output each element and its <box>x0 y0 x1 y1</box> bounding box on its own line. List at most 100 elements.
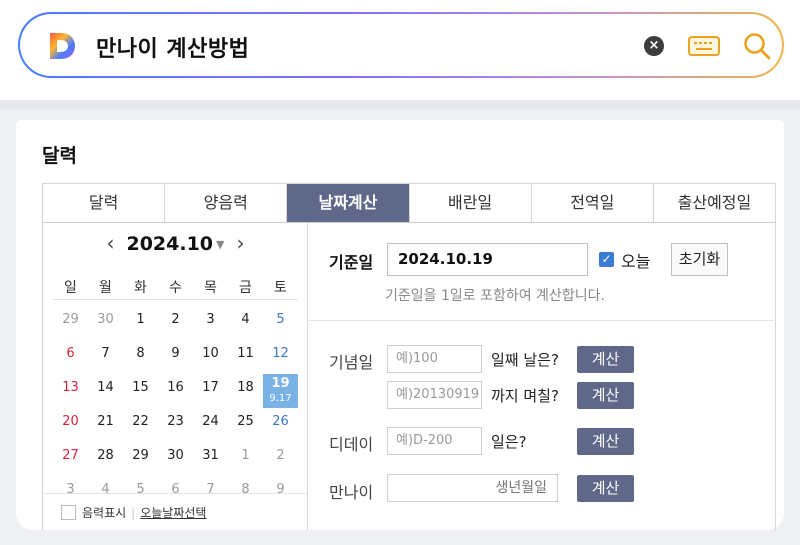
lunar-toggle-label[interactable]: 음력표시 <box>82 504 126 521</box>
calendar-day-cell[interactable]: 6 <box>53 340 88 374</box>
base-date-hint: 기준일을 1일로 포함하여 계산합니다. <box>385 288 605 304</box>
anniversary-label: 기념일 <box>329 353 374 372</box>
calendar-day-cell[interactable]: 17 <box>193 374 228 408</box>
select-today-link[interactable]: 오늘날짜선택 <box>140 504 206 521</box>
weekday-label: 수 <box>169 280 182 296</box>
tab-ovulation[interactable]: 배란일 <box>409 184 532 222</box>
keyboard-icon[interactable] <box>688 36 720 56</box>
calendar-day-cell[interactable]: 30 <box>88 306 123 340</box>
since-calc-button[interactable]: 계산 <box>577 382 634 409</box>
calendar-day-cell[interactable]: 26 <box>263 408 298 442</box>
dday-calc-button[interactable]: 계산 <box>577 428 634 455</box>
month-dropdown-icon[interactable]: ▼ <box>216 238 224 251</box>
tab-calendar[interactable]: 달력 <box>43 184 166 222</box>
calendar-day-cell[interactable]: 18 <box>228 374 263 408</box>
calendar-day-cell[interactable]: 1 <box>123 306 158 340</box>
day-number: 6 <box>66 346 75 361</box>
calendar-day-cell[interactable]: 14 <box>88 374 123 408</box>
calendar-day-cell[interactable]: 29 <box>123 442 158 476</box>
calendar-day-cell[interactable]: 19 9.17 <box>263 374 298 408</box>
day-number: 2 <box>171 312 180 327</box>
day-number: 8 <box>136 346 145 361</box>
day-number: 9 <box>171 346 180 361</box>
day-number: 26 <box>272 414 289 429</box>
calendar-day-cell[interactable]: 2 <box>263 442 298 476</box>
today-label[interactable]: 오늘 <box>621 248 650 272</box>
day-number: 8 <box>241 482 250 497</box>
divider <box>53 299 298 300</box>
birthdate-input[interactable]: 생년월일 <box>387 474 558 502</box>
prev-month-icon[interactable]: ‹ <box>94 231 126 255</box>
tab-discharge[interactable]: 전역일 <box>531 184 654 222</box>
calendar-day-cell[interactable]: 11 <box>228 340 263 374</box>
calendar-day-cell[interactable]: 25 <box>228 408 263 442</box>
calendar-day-cell[interactable]: 28 <box>88 442 123 476</box>
weekday-label: 일 <box>64 280 77 296</box>
lunar-date: 9.17 <box>269 393 292 404</box>
next-month-icon[interactable]: › <box>225 231 257 255</box>
day-number: 9 <box>276 482 285 497</box>
search-icon[interactable] <box>742 31 772 61</box>
day-number: 10 <box>202 346 219 361</box>
calendar-day-cell[interactable]: 23 <box>158 408 193 442</box>
calendar-day-cell[interactable]: 12 <box>263 340 298 374</box>
since-suffix: 까지 며칠? <box>491 387 559 405</box>
calendar-day-cell[interactable]: 16 <box>158 374 193 408</box>
calendar-day-cell[interactable]: 8 <box>123 340 158 374</box>
tab-due-date[interactable]: 출산예정일 <box>653 184 776 222</box>
lunar-toggle-checkbox[interactable] <box>61 505 76 520</box>
day-number: 1 <box>241 448 250 463</box>
calendar-day-cell[interactable]: 31 <box>193 442 228 476</box>
day-number: 16 <box>167 380 184 395</box>
anniversary-suffix: 일째 날은? <box>491 351 559 369</box>
anniversary-days-input[interactable]: 예)100 <box>387 345 482 373</box>
month-label[interactable]: 2024.10 <box>126 233 213 255</box>
calendar-day-cell[interactable]: 22 <box>123 408 158 442</box>
day-number: 19 <box>271 376 290 391</box>
calendar-day-cell[interactable]: 30 <box>158 442 193 476</box>
anniversary-calc-button[interactable]: 계산 <box>577 346 634 373</box>
calendar-day-cell[interactable]: 5 <box>263 306 298 340</box>
calendar-day-cell[interactable]: 2 <box>158 306 193 340</box>
calendar-week-row: 29 30 1 2 3 4 5 <box>53 306 298 340</box>
calendar-day-cell[interactable]: 3 <box>193 306 228 340</box>
day-number: 29 <box>132 448 149 463</box>
day-number: 18 <box>237 380 254 395</box>
dday-input[interactable]: 예)D-200 <box>387 427 482 455</box>
calendar-day-cell[interactable]: 29 <box>53 306 88 340</box>
weekday-label: 금 <box>239 280 252 296</box>
since-date-input[interactable]: 예)20130919 <box>387 381 482 409</box>
day-number: 5 <box>136 482 145 497</box>
day-number: 27 <box>62 448 79 463</box>
calendar-day-cell[interactable]: 24 <box>193 408 228 442</box>
day-number: 1 <box>136 312 145 327</box>
calendar-day-cell[interactable]: 7 <box>88 340 123 374</box>
age-calc-button[interactable]: 계산 <box>577 475 634 502</box>
clear-search-icon[interactable]: × <box>644 36 664 56</box>
day-number: 29 <box>62 312 79 327</box>
day-number: 7 <box>206 482 215 497</box>
day-number: 24 <box>202 414 219 429</box>
calendar-day-cell[interactable]: 9 <box>158 340 193 374</box>
day-number: 23 <box>167 414 184 429</box>
day-number: 3 <box>66 482 75 497</box>
today-checkbox[interactable]: ✓ <box>599 252 614 267</box>
calendar-day-cell[interactable]: 21 <box>88 408 123 442</box>
tab-date-calc[interactable]: 날짜계산 <box>287 184 410 222</box>
day-number: 5 <box>276 312 285 327</box>
base-date-input[interactable]: 2024.10.19 <box>387 243 588 276</box>
calendar-day-cell[interactable]: 1 <box>228 442 263 476</box>
weekday-label: 월 <box>99 280 112 296</box>
calendar-footer: 음력표시 | 오늘날짜선택 <box>61 504 206 521</box>
tab-solar-lunar[interactable]: 양음력 <box>165 184 288 222</box>
calendar-day-cell[interactable]: 20 <box>53 408 88 442</box>
search-bar-inner: 만나이 계산방법 × <box>20 14 782 76</box>
calendar-day-cell[interactable]: 15 <box>123 374 158 408</box>
calendar-day-cell[interactable]: 4 <box>228 306 263 340</box>
reset-button[interactable]: 초기화 <box>671 243 728 276</box>
calendar-day-cell[interactable]: 10 <box>193 340 228 374</box>
calendar-day-cell[interactable]: 13 <box>53 374 88 408</box>
search-query-text[interactable]: 만나이 계산방법 <box>96 31 249 63</box>
mini-calendar: ‹ 2024.10 ▼ › 일 월 화 수 목 금 토 29 30 1 2 3 4 5 6 7 8 9 10… <box>43 223 308 530</box>
calendar-day-cell[interactable]: 27 <box>53 442 88 476</box>
